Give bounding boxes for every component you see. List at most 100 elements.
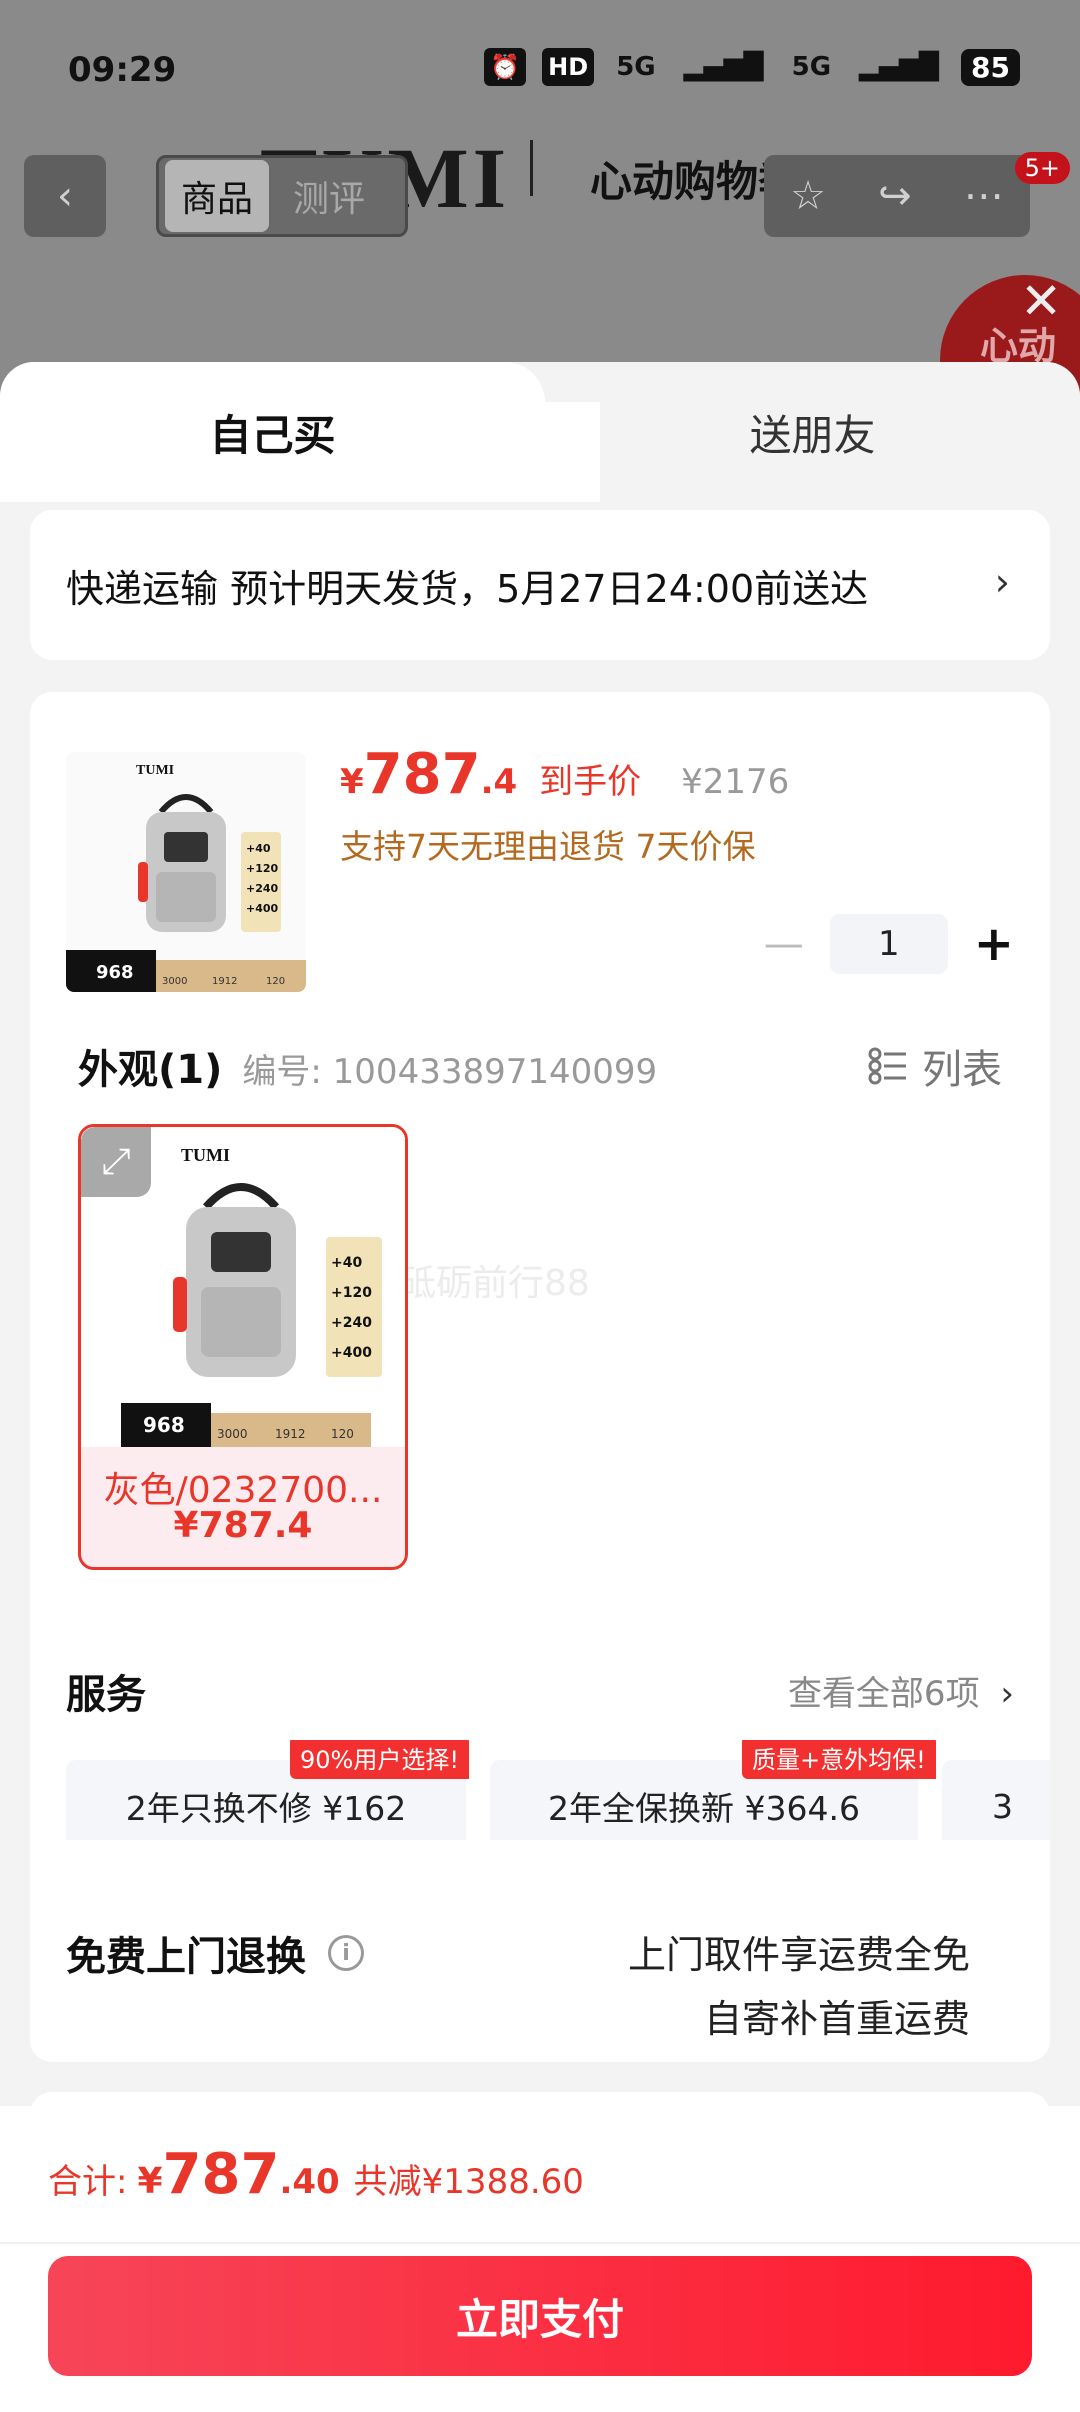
svg-text:+240: +240: [331, 1315, 372, 1331]
tab-buy-self-label: 自己买: [209, 410, 336, 460]
service-option-3[interactable]: 3: [942, 1760, 1050, 1840]
svg-text:3000: 3000: [217, 1427, 248, 1441]
checkout-bar: 合计: ¥ 787 .40 共减¥1388.60 立即支付: [0, 2106, 1080, 2412]
svg-text:1912: 1912: [275, 1427, 306, 1441]
signal-icon: ▂▄▆█: [683, 52, 764, 82]
nav-action-group: ☆ ↪ ⋯: [764, 155, 1030, 237]
increase-button[interactable]: +: [974, 916, 1014, 972]
more-icon[interactable]: ⋯: [964, 173, 1004, 219]
svg-text:+40: +40: [246, 842, 271, 855]
notification-badge: 5+: [1014, 152, 1070, 184]
list-view-toggle[interactable]: 列表: [868, 1037, 1002, 1095]
price-symbol: ¥: [340, 762, 364, 802]
chevron-right-icon: ›: [994, 560, 1010, 604]
free-return-title: 免费上门退换 i: [66, 1924, 364, 1982]
price-row: ¥ 787 .4 到手价 ¥2176: [340, 742, 789, 807]
total-label: 合计:: [48, 2162, 128, 2202]
svg-text:3000: 3000: [162, 976, 187, 987]
quantity-value[interactable]: 1: [829, 914, 948, 974]
services-title: 服务: [66, 1672, 146, 1718]
quantity-stepper: — 1 +: [764, 914, 1014, 974]
arrive-price-label: 到手价: [539, 762, 642, 802]
svg-text:968: 968: [143, 1413, 185, 1437]
thumb-brand-text: TUMI: [136, 763, 174, 778]
svg-text:968: 968: [96, 962, 134, 983]
chevron-right-icon: ›: [1000, 1674, 1014, 1714]
list-icon: [868, 1047, 906, 1085]
svg-text:+120: +120: [331, 1285, 372, 1301]
svg-text:TUMI: TUMI: [181, 1145, 230, 1165]
original-price: ¥2176: [681, 762, 790, 802]
signal-5g-icon-2: 5G: [791, 52, 832, 82]
total-symbol: ¥: [137, 2161, 163, 2202]
tab-gift-friend[interactable]: 送朋友: [545, 362, 1080, 502]
expand-icon[interactable]: ⤢: [81, 1127, 151, 1197]
tab-switcher: 商品 测评: [156, 155, 408, 237]
status-icons: ⏰ HD 5G ▂▄▆█ 5G ▂▄▆█ 85: [484, 48, 1020, 86]
svg-text:120: 120: [266, 976, 285, 987]
delivery-info[interactable]: 快递运输 预计明天发货，5月27日24:00前送达 ›: [30, 510, 1050, 660]
service-option-label: 2年只换不修 ¥162: [125, 1789, 407, 1828]
delivery-text: 快递运输 预计明天发货，5月27日24:00前送达: [66, 566, 869, 611]
service-options: 2年只换不修 ¥162 90%用户选择! 2年全保换新 ¥364.6 质量+意外…: [66, 1740, 1050, 1840]
svg-text:1912: 1912: [212, 976, 237, 987]
free-return-label: 免费上门退换: [66, 1934, 306, 1980]
product-card: TUMI +40 +120 +240 +400 968 3000 1912 12…: [30, 692, 1050, 2062]
svg-text:120: 120: [331, 1427, 354, 1441]
total-integer: 787: [162, 2142, 280, 2207]
signal-5g-icon: 5G: [616, 52, 656, 82]
order-total: 合计: ¥ 787 .40 共减¥1388.60: [48, 2142, 584, 2207]
tab-buy-self[interactable]: 自己买: [0, 362, 545, 502]
appearance-header: 外观(1) 编号: 100433897140099: [78, 1037, 657, 1095]
buy-mode-tabs: 送朋友 自己买: [0, 362, 1080, 502]
svg-text:+400: +400: [331, 1345, 372, 1361]
watermark: 砥砺前行88: [400, 1263, 590, 1304]
svg-text:+40: +40: [331, 1255, 362, 1271]
top-nav: ‹ 商品 测评 ☆ ↪ ⋯: [0, 155, 1080, 239]
pay-now-button[interactable]: 立即支付: [48, 2256, 1032, 2376]
share-icon[interactable]: ↪: [878, 173, 912, 219]
chevron-left-icon: ‹: [57, 173, 73, 219]
services-view-all-label: 查看全部6项: [787, 1674, 980, 1714]
total-decimal: .40: [279, 2162, 340, 2202]
price-integer: 787: [363, 742, 481, 807]
variant-price: ¥787.4: [173, 1505, 313, 1546]
svg-text:+240: +240: [246, 882, 279, 895]
variant-option-selected[interactable]: TUMI +40 +120 +240 +400 968 3000 1912 12…: [78, 1124, 408, 1570]
alarm-icon: ⏰: [484, 48, 527, 86]
decrease-button[interactable]: —: [764, 921, 804, 967]
service-tag-1: 90%用户选择!: [290, 1740, 469, 1779]
service-tag-2: 质量+意外均保!: [742, 1740, 936, 1779]
tab-goods[interactable]: 商品: [165, 160, 270, 232]
purchase-sheet: 送朋友 自己买 快递运输 预计明天发货，5月27日24:00前送达 › TUMI…: [0, 362, 1080, 2412]
free-return-line-2: 自寄补首重运费: [703, 1997, 970, 2041]
appearance-title: 外观(1): [78, 1047, 223, 1093]
divider: [0, 2242, 1080, 2244]
battery-icon: 85: [961, 48, 1020, 86]
return-policy: 支持7天无理由退货 7天价保: [340, 827, 756, 866]
background-page: 09:29 ⏰ HD 5G ▂▄▆█ 5G ▂▄▆█ 85 TUMI 心动购物季…: [0, 0, 1080, 420]
product-code: 编号: 100433897140099: [242, 1052, 658, 1092]
services-view-all[interactable]: 查看全部6项 ›: [788, 1666, 1014, 1715]
list-label: 列表: [922, 1047, 1002, 1093]
pay-now-label: 立即支付: [455, 2294, 624, 2344]
tab-gift-friend-label: 送朋友: [749, 410, 876, 460]
back-button[interactable]: ‹: [24, 155, 106, 237]
svg-text:+120: +120: [246, 862, 279, 875]
product-thumbnail[interactable]: TUMI +40 +120 +240 +400 968 3000 1912 12…: [66, 752, 306, 992]
star-icon[interactable]: ☆: [790, 173, 826, 219]
hd-icon: HD: [542, 48, 595, 86]
status-time: 09:29: [68, 50, 177, 90]
status-bar: 09:29 ⏰ HD 5G ▂▄▆█ 5G ▂▄▆█ 85: [0, 0, 1080, 140]
price-decimal: .4: [480, 762, 518, 802]
info-icon[interactable]: i: [328, 1935, 364, 1971]
total-saved: 共减¥1388.60: [353, 2162, 584, 2202]
close-icon[interactable]: ✕: [1020, 272, 1062, 330]
free-return-line-1: 上门取件享运费全免: [627, 1933, 970, 1977]
service-option-label: 3: [992, 1786, 1013, 1826]
svg-text:+400: +400: [246, 902, 279, 915]
backpack-image: TUMI +40 +120 +240 +400 968 3000 1912 12…: [66, 752, 306, 992]
signal-icon-2: ▂▄▆█: [859, 52, 940, 82]
tab-review[interactable]: 测评: [269, 170, 365, 222]
service-option-label: 2年全保换新 ¥364.6: [548, 1789, 860, 1828]
